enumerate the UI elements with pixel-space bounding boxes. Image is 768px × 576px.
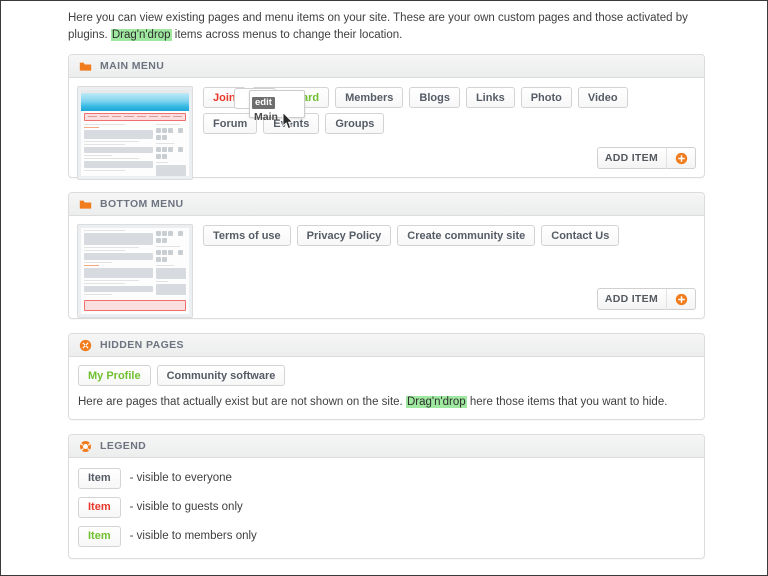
edit-popup-menu-name: Main — [254, 111, 278, 123]
bottom-menu-panel: BOTTOM MENU Terms of use Privacy Policy … — [68, 192, 705, 319]
legend-description: - visible to members only — [129, 530, 257, 542]
menu-item[interactable]: My Profile — [78, 365, 151, 386]
legend-sample-everyone: Item — [78, 467, 121, 489]
dragndrop-highlight: Drag'n'drop — [110, 29, 172, 41]
main-menu-add-item-button[interactable]: ADD ITEM — [596, 147, 696, 169]
legend-description: - visible to guests only — [129, 501, 243, 513]
bottom-menu-title: BOTTOM MENU — [100, 198, 184, 210]
legend-row: Item - visible to guests only — [78, 496, 695, 518]
main-menu-panel: MAIN MENU Join Members Blogs Links Photo… — [68, 54, 705, 180]
browser-viewport: Here you can view existing pages and men… — [0, 0, 768, 576]
legend-sample-guests: Item — [78, 496, 121, 518]
bottom-menu-preview-thumbnail[interactable] — [77, 224, 193, 318]
legend-description: - visible to everyone — [129, 472, 232, 484]
divider — [666, 288, 667, 310]
menu-item[interactable]: Privacy Policy — [296, 225, 392, 246]
legend-row: Item - visible to everyone — [78, 467, 695, 489]
main-menu-title: MAIN MENU — [100, 60, 165, 72]
intro-paragraph: Here you can view existing pages and men… — [68, 10, 702, 44]
hidden-pages-header: HIDDEN PAGES — [69, 334, 704, 357]
main-menu-items[interactable]: Join Dashboard Members Blogs Links Photo… — [203, 86, 673, 134]
menu-item[interactable]: Contact Us — [541, 225, 620, 246]
menu-item-edit-popup[interactable]: edit Main — [249, 90, 305, 123]
plus-circle-icon — [675, 152, 688, 164]
folder-icon — [79, 62, 92, 71]
add-item-label: ADD ITEM — [604, 293, 658, 305]
legend-panel: LEGEND Item - visible to everyone Item -… — [68, 434, 705, 559]
menu-item[interactable]: Links — [465, 87, 515, 108]
note-text-before: Here are pages that actually exist but a… — [78, 396, 406, 408]
divider — [666, 147, 667, 169]
main-menu-body: Join Dashboard Members Blogs Links Photo… — [69, 78, 704, 180]
hidden-pages-panel: HIDDEN PAGES My Profile Community softwa… — [68, 333, 705, 420]
plus-circle-icon — [675, 293, 688, 305]
menu-item[interactable]: Community software — [156, 365, 286, 386]
menu-item[interactable]: Blogs — [409, 87, 460, 108]
hidden-pages-note: Here are pages that actually exist but a… — [78, 395, 695, 410]
bottom-menu-highlight-bar — [84, 300, 186, 311]
legend-title: LEGEND — [100, 440, 147, 452]
folder-icon — [79, 200, 92, 209]
page-content: Here you can view existing pages and men… — [68, 10, 705, 573]
main-menu-header: MAIN MENU — [69, 55, 704, 78]
menu-item[interactable]: Terms of use — [203, 225, 291, 246]
intro-text-after: items across menus to change their locat… — [171, 29, 403, 41]
menu-item[interactable]: Create community site — [397, 225, 536, 246]
dragndrop-highlight: Drag'n'drop — [405, 396, 467, 408]
hidden-pages-title: HIDDEN PAGES — [100, 339, 184, 351]
menu-item[interactable]: Groups — [325, 113, 385, 134]
legend-row: Item - visible to members only — [78, 525, 695, 547]
bottom-menu-add-item-button[interactable]: ADD ITEM — [596, 288, 696, 310]
lifebuoy-icon — [79, 440, 92, 452]
bottom-menu-items[interactable]: Terms of use Privacy Policy Create commu… — [203, 224, 620, 246]
x-circle-icon — [79, 339, 92, 351]
legend-sample-members: Item — [78, 525, 121, 547]
legend-header: LEGEND — [69, 435, 704, 458]
add-item-label: ADD ITEM — [604, 152, 658, 164]
menu-item[interactable]: Members — [335, 87, 404, 108]
hidden-pages-body[interactable]: My Profile Community software Here are p… — [69, 357, 704, 419]
legend-body: Item - visible to everyone Item - visibl… — [69, 458, 704, 558]
menu-item[interactable]: Photo — [520, 87, 572, 108]
main-menu-preview-thumbnail[interactable] — [77, 86, 193, 180]
bottom-menu-header: BOTTOM MENU — [69, 193, 704, 216]
edit-badge[interactable]: edit — [252, 97, 275, 109]
note-text-after: here those items that you want to hide. — [466, 396, 668, 408]
bottom-menu-body: Terms of use Privacy Policy Create commu… — [69, 216, 704, 318]
menu-item[interactable]: Video — [577, 87, 628, 108]
